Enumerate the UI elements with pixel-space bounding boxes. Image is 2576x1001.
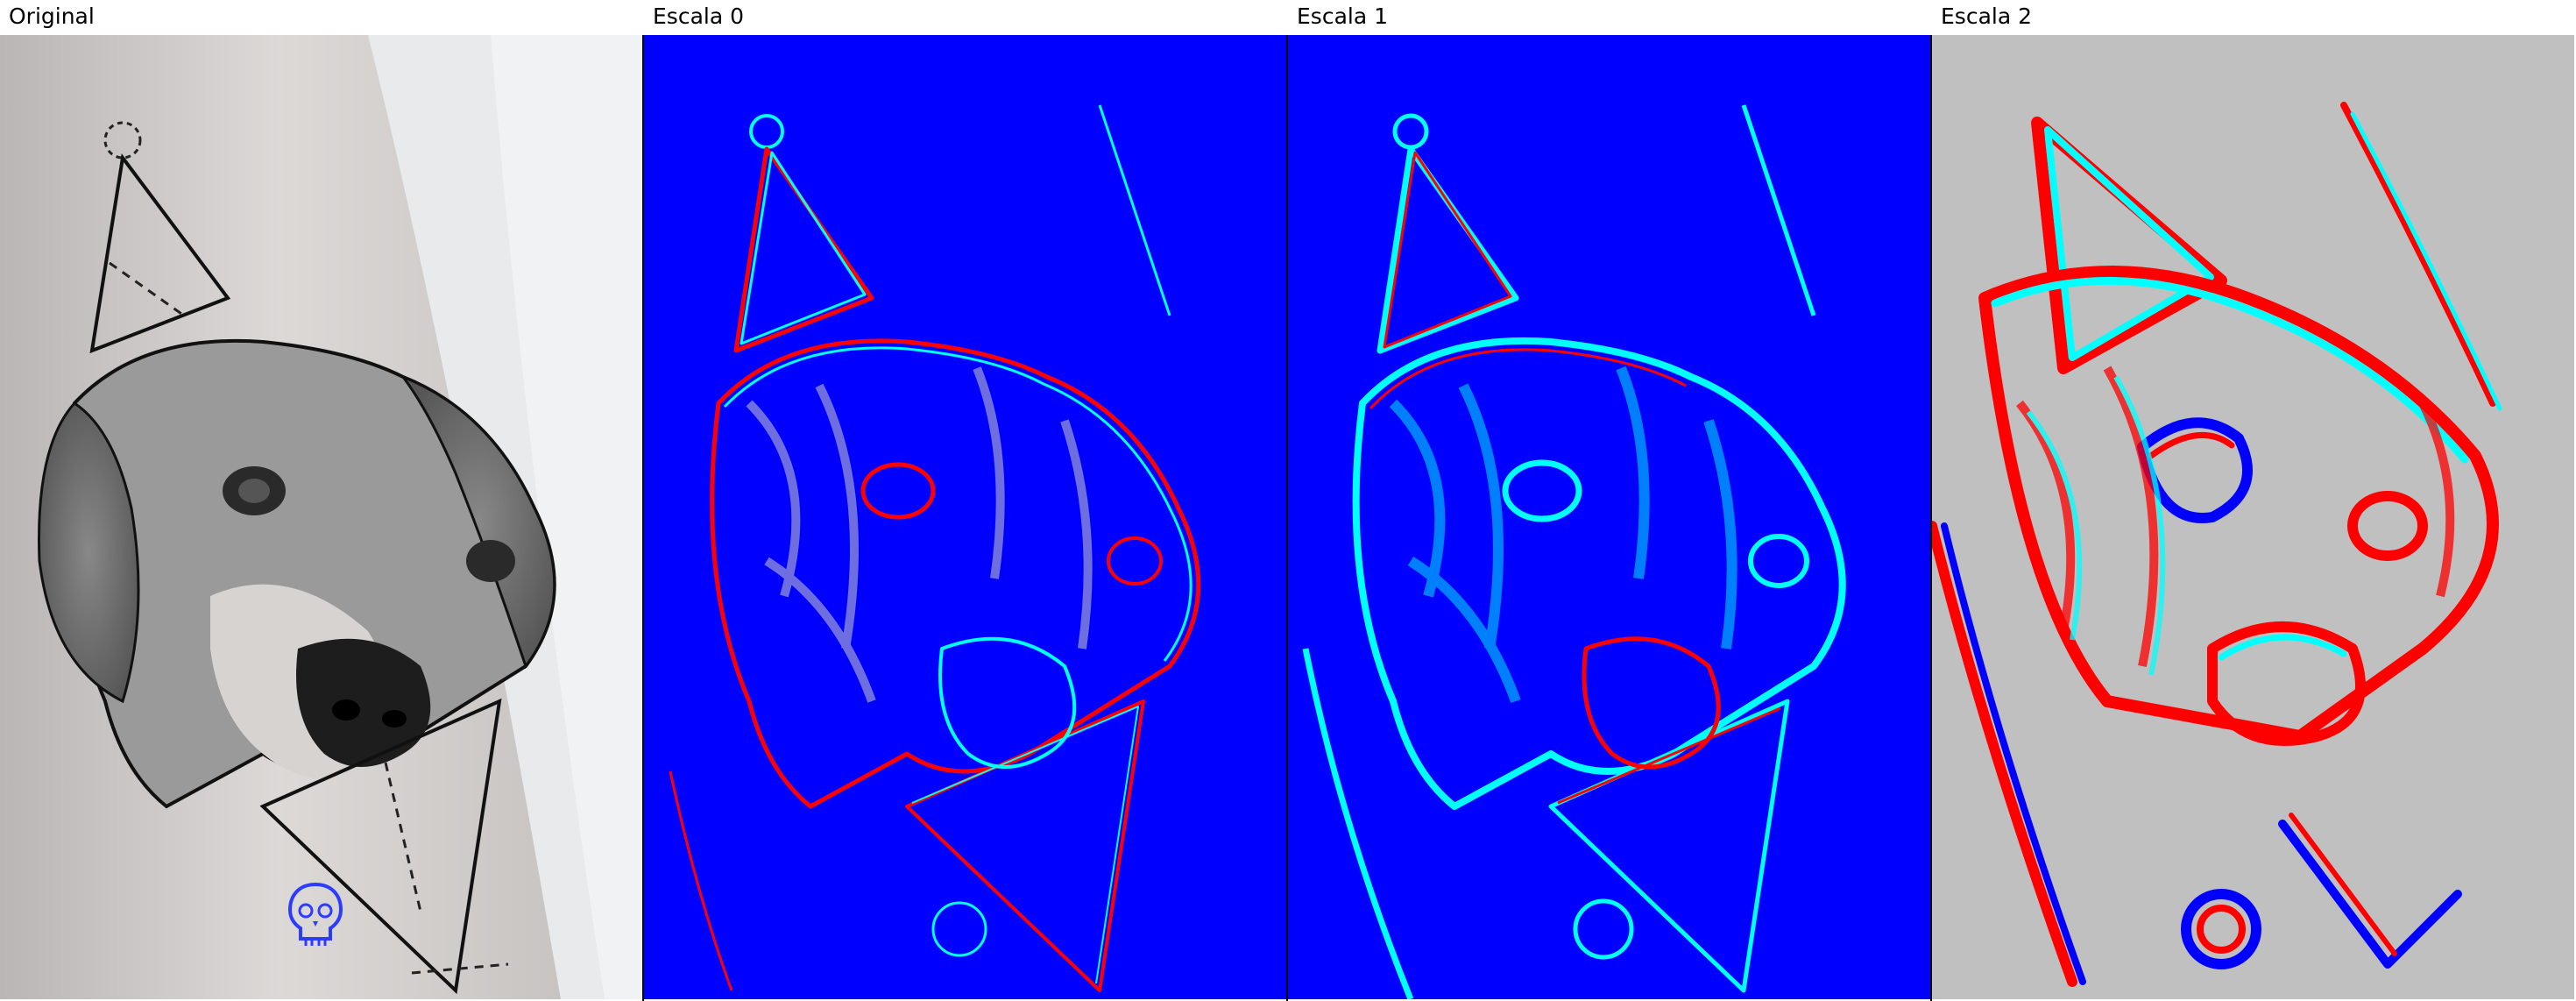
panel-title: Escala 1 xyxy=(1297,4,1389,29)
panel-title: Escala 2 xyxy=(1941,4,2033,29)
panel-escala-0: Escala 0 xyxy=(644,0,1288,1001)
panel-divider xyxy=(1286,35,1288,1001)
edge-map-scale-1 xyxy=(1288,35,1930,999)
panel-title: Escala 0 xyxy=(653,4,745,29)
edge-map-scale-2 xyxy=(1932,35,2574,999)
skull-icon xyxy=(287,882,343,946)
panel-divider xyxy=(642,35,644,1001)
panel-escala-2: Escala 2 xyxy=(1932,0,2576,1001)
panel-title: Original xyxy=(9,4,95,29)
panel-escala-1: Escala 1 xyxy=(1288,0,1932,1001)
panel-divider xyxy=(1930,35,1932,1001)
edge-map-scale-0 xyxy=(644,35,1286,999)
tattoo-photo xyxy=(0,35,642,999)
panel-original: Original xyxy=(0,0,644,1001)
